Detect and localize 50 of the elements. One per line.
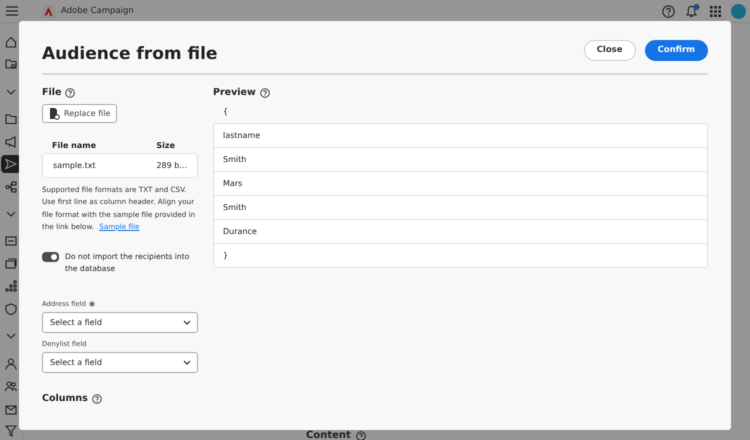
mail-icon <box>5 402 17 415</box>
flow-icon <box>5 180 17 193</box>
select-field[interactable]: Select a field <box>42 312 198 334</box>
home-icon <box>5 36 17 48</box>
preview-text: { <box>222 107 230 118</box>
table-cell: 289 b... <box>156 161 187 170</box>
replace-file-button[interactable]: Replace file <box>42 104 118 123</box>
app-title: Adobe Campaign <box>61 6 134 16</box>
menu-icon[interactable] <box>6 6 18 16</box>
megaphone-icon <box>5 136 17 148</box>
section-heading: Columns <box>42 393 88 404</box>
column-header: File name <box>52 140 96 150</box>
preview-row: Durance <box>214 220 707 244</box>
file-replace-icon <box>49 108 60 120</box>
bell-icon[interactable] <box>685 4 700 18</box>
preview-row: lastname <box>214 124 707 148</box>
help-icon <box>356 431 366 440</box>
preview-row: Smith <box>214 196 707 220</box>
section-heading: Preview <box>213 87 256 98</box>
help-icon[interactable] <box>65 88 76 98</box>
preview-row: Smith <box>214 148 707 172</box>
help-icon[interactable] <box>662 4 675 18</box>
confirm-button[interactable]: Confirm <box>644 40 708 60</box>
table-cell: sample.txt <box>53 161 96 170</box>
column-header: Size <box>156 140 175 150</box>
filter-icon <box>5 425 17 438</box>
section-heading: File <box>42 87 62 98</box>
apps-grid-icon[interactable] <box>710 6 721 16</box>
preview-row: Mars <box>214 172 707 196</box>
select-field[interactable]: Select a field <box>42 352 198 374</box>
folder-icon <box>5 113 17 126</box>
nav-item[interactable] <box>1 155 21 173</box>
people-icon <box>5 380 17 392</box>
card-icon <box>5 235 17 248</box>
preview-row-text: } <box>222 250 230 262</box>
chevron-icon <box>183 360 191 366</box>
folder-search-icon <box>5 58 17 70</box>
section-title: Content <box>306 431 351 440</box>
shield-icon <box>5 302 17 315</box>
person-icon <box>5 358 17 370</box>
chevron-icon <box>183 320 191 326</box>
help-icon[interactable] <box>260 88 270 98</box>
logo-icon <box>42 4 55 18</box>
toggle-switch[interactable] <box>42 252 59 262</box>
send-icon <box>5 158 17 170</box>
close-button[interactable]: Close <box>584 40 636 60</box>
dots-icon <box>5 280 17 292</box>
dialog-title: Audience from file <box>42 43 218 64</box>
help-icon[interactable] <box>92 394 102 404</box>
stack-icon <box>5 258 17 270</box>
